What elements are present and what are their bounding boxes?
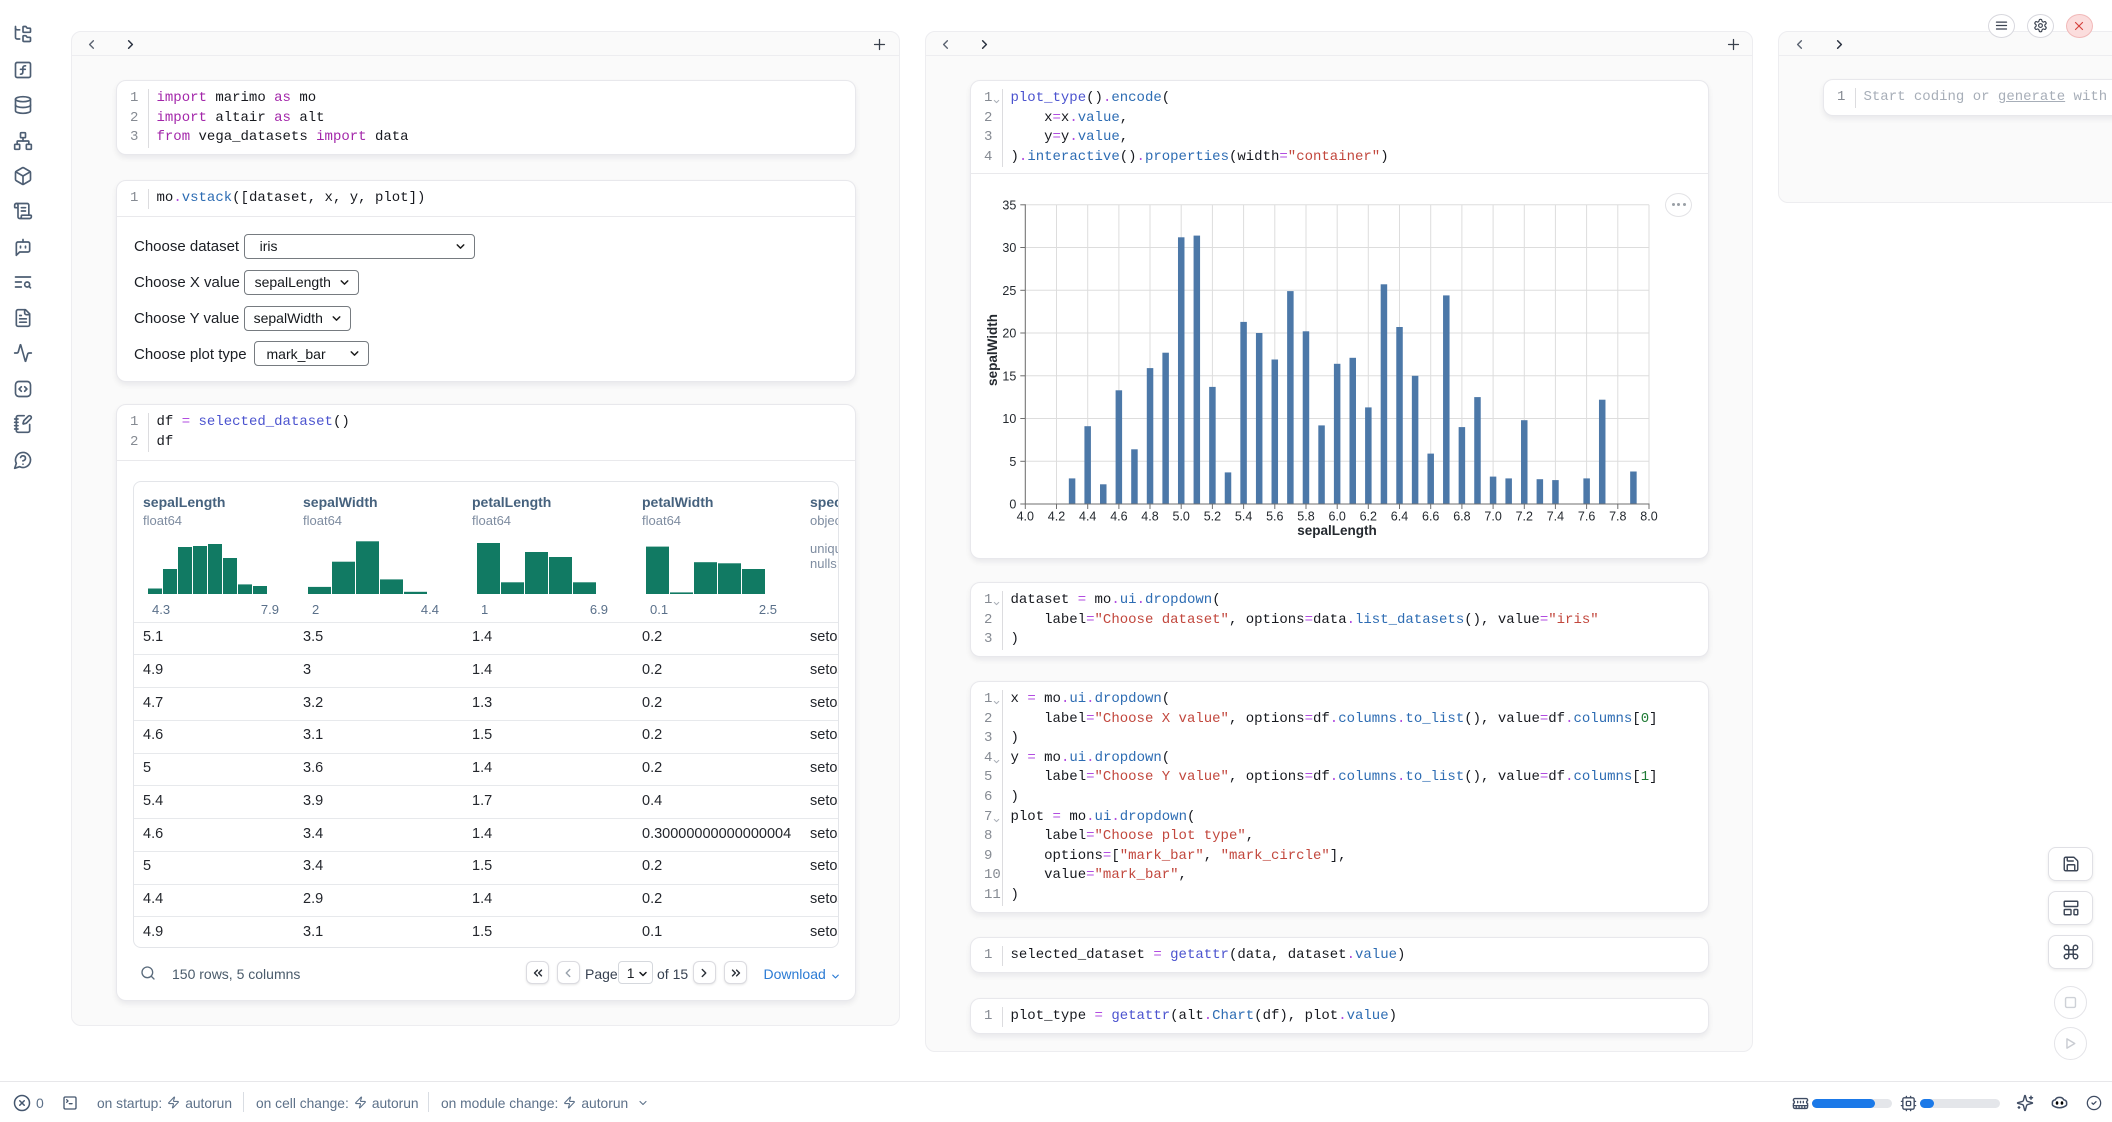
svg-text:15: 15 — [1002, 369, 1016, 383]
svg-text:7.2: 7.2 — [1516, 510, 1533, 524]
svg-text:4.0: 4.0 — [1017, 510, 1034, 524]
svg-text:5.6: 5.6 — [1266, 510, 1283, 524]
svg-text:7.8: 7.8 — [1609, 510, 1626, 524]
svg-text:4.8: 4.8 — [1141, 510, 1158, 524]
svg-text:6.8: 6.8 — [1453, 510, 1470, 524]
svg-text:20: 20 — [1002, 327, 1016, 341]
svg-text:6.4: 6.4 — [1391, 510, 1408, 524]
svg-text:7.4: 7.4 — [1547, 510, 1564, 524]
svg-text:4.2: 4.2 — [1048, 510, 1065, 524]
svg-text:sepalLength: sepalLength — [1297, 523, 1377, 538]
svg-text:0: 0 — [1009, 498, 1016, 512]
svg-text:5.0: 5.0 — [1173, 510, 1190, 524]
svg-text:6.2: 6.2 — [1360, 510, 1377, 524]
svg-text:30: 30 — [1002, 241, 1016, 255]
svg-text:4.6: 4.6 — [1110, 510, 1127, 524]
svg-text:sepalWidth: sepalWidth — [985, 314, 1000, 386]
svg-text:7.0: 7.0 — [1484, 510, 1501, 524]
svg-text:5.2: 5.2 — [1204, 510, 1221, 524]
svg-text:6.0: 6.0 — [1329, 510, 1346, 524]
svg-text:5.8: 5.8 — [1297, 510, 1314, 524]
svg-text:6.6: 6.6 — [1422, 510, 1439, 524]
svg-text:5.4: 5.4 — [1235, 510, 1252, 524]
svg-text:25: 25 — [1002, 284, 1016, 298]
svg-text:10: 10 — [1002, 412, 1016, 426]
svg-text:4.4: 4.4 — [1079, 510, 1096, 524]
svg-text:5: 5 — [1009, 455, 1016, 469]
svg-text:8.0: 8.0 — [1640, 510, 1657, 524]
svg-text:7.6: 7.6 — [1578, 510, 1595, 524]
svg-text:35: 35 — [1002, 198, 1016, 212]
